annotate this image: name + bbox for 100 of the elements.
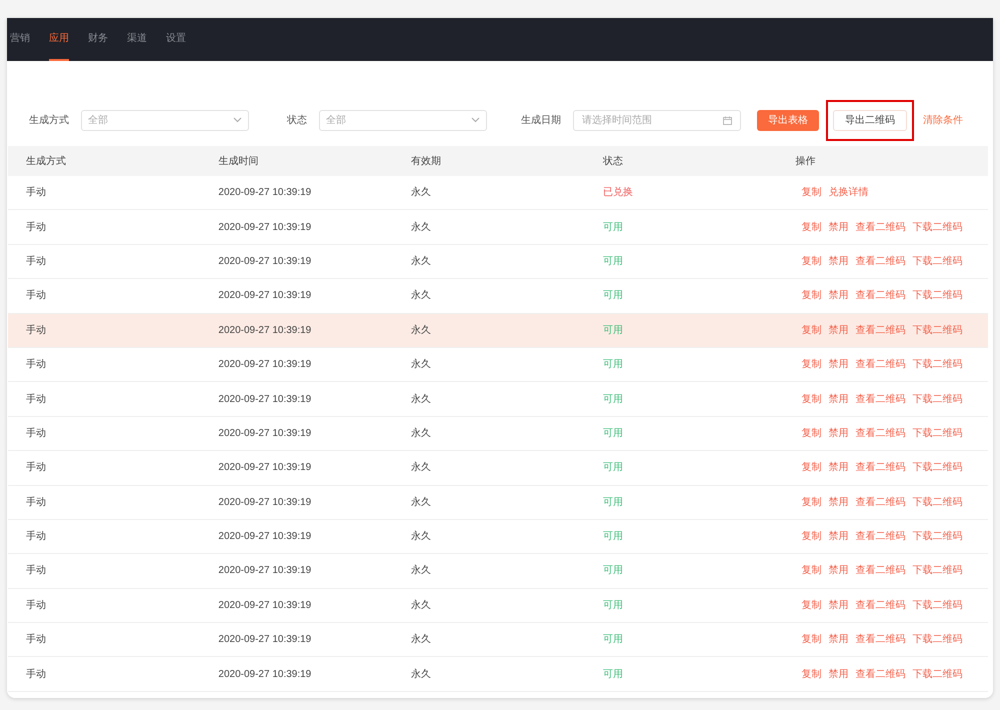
table-cell-text: 2020-09-27 10:39:19 (218, 358, 312, 372)
action-link[interactable]: 下载二维码 (912, 254, 963, 269)
action-link[interactable]: 下载二维码 (912, 220, 963, 235)
action-link[interactable]: 查看二维码 (856, 322, 906, 338)
action-link[interactable]: 下载二维码 (912, 666, 963, 682)
action-link[interactable]: 复制 (802, 357, 822, 372)
chevron-down-icon (471, 117, 480, 123)
table-cell-text: 2020-09-27 10:39:19 (218, 426, 312, 441)
table-cell-text: 2020-09-27 10:39:19 (218, 186, 312, 200)
action-link[interactable]: 复制 (802, 220, 822, 235)
action-link[interactable]: 查看二维码 (856, 598, 906, 613)
action-link[interactable]: 查看二维码 (856, 529, 906, 544)
table-row[interactable]: 手动 2020-09-27 10:39:19 永久 可用 复制 禁用 查看二维码 下载二维码 (8, 588, 988, 624)
action-link[interactable]: 禁用 (828, 426, 849, 441)
action-link[interactable]: 禁用 (828, 288, 849, 304)
table-cell-text: 手动 (26, 186, 46, 200)
table-cell-text: 2020-09-27 10:39:19 (218, 289, 312, 304)
table-cell-text: 永久 (410, 530, 431, 544)
calendar-icon (723, 116, 732, 124)
action-link[interactable]: 禁用 (828, 322, 849, 338)
nav-tab[interactable]: 营销 (10, 18, 30, 61)
status-text: 可用 (603, 530, 624, 544)
select-field[interactable]: 全部 (81, 110, 249, 130)
action-link[interactable]: 查看二维码 (856, 357, 906, 372)
action-link[interactable]: 查看二维码 (856, 288, 906, 304)
select-field[interactable]: 全部 (319, 110, 487, 130)
action-link[interactable]: 查看二维码 (856, 220, 906, 235)
action-link[interactable]: 查看二维码 (856, 426, 906, 441)
action-link[interactable]: 复制 (802, 666, 822, 682)
nav-tab[interactable]: 应用 (49, 18, 69, 61)
table-cell-text: 手动 (26, 460, 46, 476)
action-link[interactable]: 下载二维码 (912, 632, 963, 648)
action-link[interactable]: 下载二维码 (912, 288, 963, 304)
action-link[interactable]: 复制 (802, 322, 822, 338)
action-link[interactable]: 下载二维码 (912, 494, 963, 510)
action-link[interactable]: 下载二维码 (912, 426, 963, 441)
table-cell-text: 手动 (26, 632, 46, 648)
action-link[interactable]: 下载二维码 (912, 460, 963, 476)
action-link[interactable]: 复制 (802, 494, 822, 510)
action-link[interactable]: 查看二维码 (856, 460, 906, 476)
action-link[interactable]: 查看二维码 (856, 563, 906, 578)
action-link[interactable]: 兑换详情 (828, 185, 869, 200)
table-cell-text: 永久 (410, 220, 431, 235)
column-header: 有效期 (410, 154, 442, 168)
action-link[interactable]: 下载二维码 (912, 598, 963, 613)
table-cell-text: 永久 (410, 288, 431, 304)
table-row[interactable]: 手动 2020-09-27 10:39:19 永久 可用 复制 禁用 查看二维码 下载二维码 (8, 416, 988, 452)
table-cell-text: 手动 (26, 598, 46, 613)
action-link[interactable]: 禁用 (828, 392, 849, 407)
action-link[interactable]: 复制 (802, 598, 822, 613)
action-link[interactable]: 下载二维码 (912, 392, 963, 407)
table-cell-text: 2020-09-27 10:39:19 (218, 220, 312, 235)
action-link[interactable]: 禁用 (828, 563, 849, 578)
action-link[interactable]: 禁用 (828, 494, 849, 510)
action-link[interactable]: 查看二维码 (856, 254, 906, 269)
action-link[interactable]: 禁用 (828, 598, 849, 613)
status-text: 可用 (603, 598, 624, 613)
action-link[interactable]: 复制 (802, 632, 822, 648)
column-header: 状态 (603, 154, 624, 168)
action-link[interactable]: 禁用 (828, 632, 849, 648)
action-link[interactable]: 复制 (802, 563, 822, 578)
action-link[interactable]: 复制 (802, 288, 822, 304)
action-link[interactable]: 复制 (802, 426, 822, 441)
action-link[interactable]: 下载二维码 (912, 529, 963, 544)
nav-tab[interactable]: 财务 (88, 18, 108, 61)
table-row[interactable]: 手动 2020-09-27 10:39:19 永久 可用 复制 禁用 查看二维码 下载二维码 (8, 314, 988, 348)
action-link[interactable]: 禁用 (828, 666, 849, 682)
action-link[interactable]: 禁用 (828, 254, 849, 269)
date-range-field[interactable]: 请选择时间范围 (573, 110, 741, 130)
action-link[interactable]: 禁用 (828, 460, 849, 476)
action-link[interactable]: 下载二维码 (912, 563, 963, 578)
status-text: 可用 (603, 426, 624, 441)
action-link[interactable]: 复制 (802, 254, 822, 269)
table-cell-text: 手动 (26, 358, 46, 372)
table-row[interactable]: 手动 2020-09-27 10:39:19 永久 可用 复制 禁用 查看二维码 下载二维码 (8, 486, 988, 520)
action-link[interactable]: 查看二维码 (856, 666, 906, 682)
action-link[interactable]: 下载二维码 (912, 357, 963, 372)
action-link[interactable]: 查看二维码 (856, 494, 906, 510)
action-link[interactable]: 禁用 (828, 529, 849, 544)
action-link[interactable]: 禁用 (828, 357, 849, 372)
action-link[interactable]: 下载二维码 (912, 322, 963, 338)
status-text: 可用 (603, 358, 624, 372)
clear-link[interactable]: 清除条件 (921, 110, 965, 130)
export-button[interactable]: 导出二维码 (833, 110, 907, 130)
export-button[interactable]: 导出表格 (757, 110, 819, 130)
nav-tab[interactable]: 设置 (166, 18, 186, 61)
action-link[interactable]: 查看二维码 (856, 392, 906, 407)
nav-tab[interactable]: 渠道 (127, 18, 147, 61)
action-link[interactable]: 复制 (802, 529, 822, 544)
table-cell-text: 永久 (410, 598, 431, 613)
action-link[interactable]: 复制 (802, 185, 822, 200)
action-link[interactable]: 禁用 (828, 220, 849, 235)
column-header: 操作 (796, 154, 817, 168)
table-cell-text: 手动 (26, 324, 46, 338)
table-cell-text: 永久 (410, 496, 431, 510)
table-cell-text: 2020-09-27 10:39:19 (218, 633, 312, 648)
action-link[interactable]: 查看二维码 (856, 632, 906, 648)
table-cell-text: 永久 (410, 632, 431, 648)
action-link[interactable]: 复制 (802, 460, 822, 476)
action-link[interactable]: 复制 (802, 392, 822, 407)
